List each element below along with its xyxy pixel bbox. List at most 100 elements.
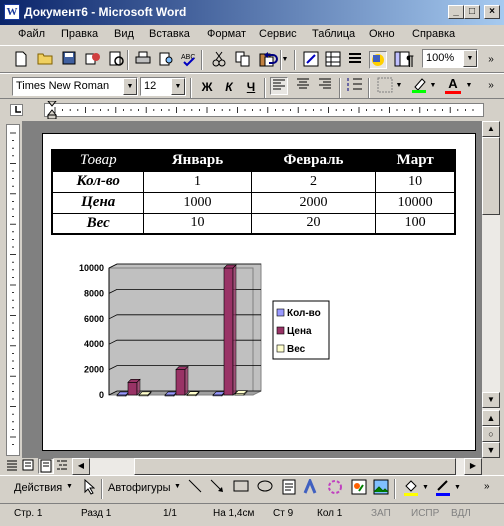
menu-insert[interactable]: Вставка [149,28,190,40]
menu-format[interactable]: Формат [207,28,246,40]
underline-button[interactable]: Ч [242,78,260,96]
table-header-cell[interactable]: Март [375,149,456,172]
table-cell[interactable]: 10000 [375,191,456,214]
align-left-icon[interactable] [270,77,288,95]
align-right-icon[interactable] [316,77,334,95]
insert-table-icon[interactable] [346,51,364,69]
menu-window[interactable]: Окно [369,28,395,40]
toolbar-options-icon[interactable]: » [482,51,500,69]
maximize-button[interactable]: □ [464,5,480,19]
tables-borders-icon[interactable] [324,51,342,69]
highlight-dropdown-icon[interactable]: ▼ [428,77,438,95]
borders-icon[interactable] [376,77,394,95]
horizontal-scroll-thumb[interactable] [134,458,456,475]
close-button[interactable]: × [484,5,500,19]
table-row-label[interactable]: Вес [51,212,145,235]
new-document-icon[interactable] [12,51,30,69]
line-color-dropdown-icon[interactable]: ▼ [454,484,461,491]
text-box-icon[interactable] [280,479,298,497]
outline-view-icon[interactable] [56,459,70,473]
table-cell[interactable]: 10 [143,212,252,235]
font-color-icon[interactable]: A [444,76,462,94]
menu-view[interactable]: Вид [114,28,134,40]
print-preview-icon[interactable] [108,51,126,69]
table-header-cell[interactable]: Февраль [250,149,377,172]
horizontal-scroll-track[interactable] [90,458,464,475]
print-icon[interactable] [134,51,152,69]
line-color-icon[interactable] [434,478,452,496]
tab-selector[interactable] [10,104,23,116]
rectangle-icon[interactable] [232,479,250,497]
undo-dropdown-icon[interactable]: ▼ [280,51,290,69]
table-cell[interactable]: 1 [143,170,252,193]
menu-help[interactable]: Справка [412,28,455,40]
font-color-dropdown-icon[interactable]: ▼ [464,77,474,95]
zoom-combo[interactable]: 100% ▼ [422,49,478,68]
drawing-toggle-icon[interactable] [369,51,387,69]
bold-button[interactable]: Ж [198,78,216,96]
vertical-ruler[interactable] [6,124,20,456]
chevron-down-icon[interactable]: ▼ [171,78,185,95]
oval-icon[interactable] [256,479,274,497]
scroll-left-icon[interactable]: ◀ [72,458,90,475]
show-formatting-icon[interactable]: ¶ [401,51,419,69]
status-trk[interactable]: ИСПР [411,508,439,519]
insert-picture-icon[interactable] [372,479,390,497]
next-page-icon[interactable]: ▼ [482,442,500,458]
previous-page-icon[interactable]: ▲ [482,410,500,426]
chevron-down-icon[interactable]: ▼ [66,483,73,490]
numbering-icon[interactable] [346,77,364,95]
research-icon[interactable] [158,51,176,69]
menu-file[interactable]: Файл [18,28,45,40]
save-icon[interactable] [60,51,78,69]
scroll-right-icon[interactable]: ▶ [464,458,482,475]
table-cell[interactable]: 100 [375,212,456,235]
font-name-combo[interactable]: Times New Roman ▼ [12,77,138,96]
chevron-down-icon[interactable]: ▼ [123,78,137,95]
menu-tools[interactable]: Сервис [259,28,297,40]
scroll-thumb[interactable] [482,137,500,215]
data-table[interactable]: Товар Январь Февраль Март Кол-во 1 2 10 … [51,149,456,235]
table-cell[interactable]: 1000 [143,191,252,214]
vertical-scrollbar[interactable]: ▲ ▼ ▲ ○ ▼ [482,121,500,458]
highlight-icon[interactable] [410,77,428,95]
document-page[interactable]: Товар Январь Февраль Март Кол-во 1 2 10 … [42,133,476,451]
open-folder-icon[interactable] [36,51,54,69]
table-cell[interactable]: 2 [250,170,377,193]
print-layout-icon[interactable] [38,458,54,474]
chevron-down-icon[interactable]: ▼ [463,50,477,67]
insert-hyperlink-icon[interactable] [302,51,320,69]
table-header-cell[interactable]: Январь [143,149,252,172]
chevron-down-icon[interactable]: ▼ [174,483,181,490]
table-cell[interactable]: 10 [375,170,456,193]
minimize-button[interactable]: _ [448,5,464,19]
autoshapes-menu[interactable]: Автофигуры [108,482,171,494]
embedded-chart[interactable]: 0 2000 4000 6000 8000 10000 Кол-во Цена Вес [63,259,383,419]
align-center-icon[interactable] [294,77,312,95]
italic-button[interactable]: К [220,78,238,96]
table-header-cell[interactable]: Товар [51,149,145,172]
permission-icon[interactable] [84,51,102,69]
status-rec[interactable]: ЗАП [371,508,391,519]
line-icon[interactable] [186,479,204,497]
select-browse-object-icon[interactable]: ○ [482,426,500,442]
actions-menu[interactable]: Действия [14,482,62,494]
indent-marker[interactable] [46,100,58,120]
normal-view-icon[interactable] [6,459,20,473]
copy-icon[interactable] [234,51,252,69]
toolbar-options-icon[interactable]: » [482,77,500,95]
scroll-down-icon[interactable]: ▼ [482,392,500,408]
fill-color-icon[interactable] [402,478,420,496]
cut-icon[interactable] [210,51,228,69]
spelling-icon[interactable]: ABC [180,51,198,69]
table-row-label[interactable]: Кол-во [51,170,145,193]
undo-arrow-icon[interactable] [262,51,280,69]
toolbar-options-icon[interactable]: » [484,481,490,492]
scroll-up-icon[interactable]: ▲ [482,121,500,137]
menu-table[interactable]: Таблица [312,28,355,40]
status-ext[interactable]: ВДЛ [451,508,471,519]
table-cell[interactable]: 20 [250,212,377,235]
table-row-label[interactable]: Цена [51,191,145,214]
table-cell[interactable]: 2000 [250,191,377,214]
horizontal-ruler[interactable] [0,99,504,121]
